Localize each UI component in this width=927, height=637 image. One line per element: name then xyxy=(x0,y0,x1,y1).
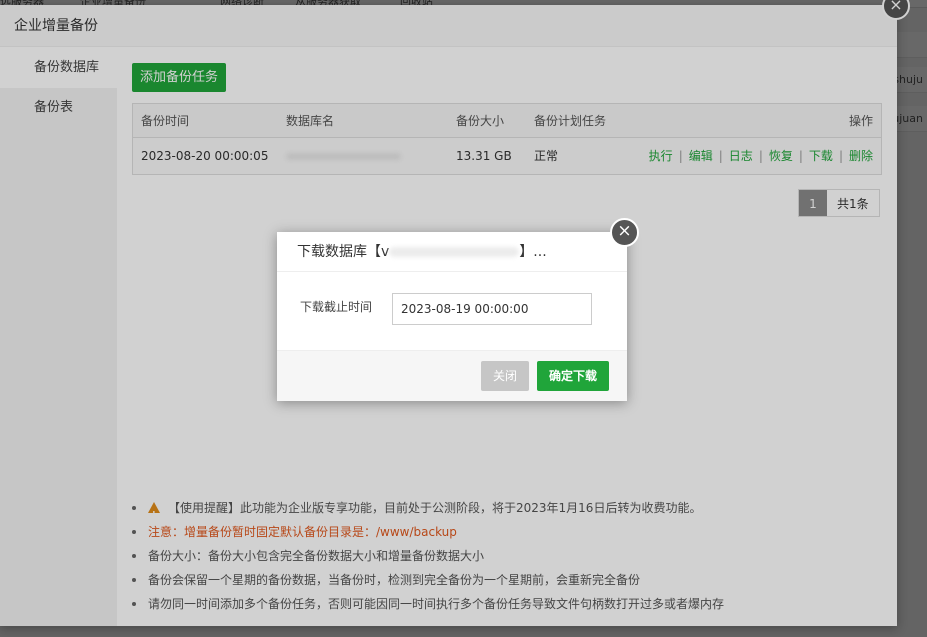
download-cutoff-input[interactable] xyxy=(392,293,592,325)
confirm-download-button[interactable]: 确定下载 xyxy=(537,361,609,391)
dialog-title-prefix: 下载数据库【v xyxy=(297,244,390,260)
dialog-title-redacted xyxy=(389,247,520,257)
dialog-close-icon[interactable]: × xyxy=(610,218,639,247)
download-database-dialog: 下载数据库【v 】... × 下载截止时间 关闭 确定下载 xyxy=(277,218,639,401)
dialog-title: 下载数据库【v 】... xyxy=(277,232,627,272)
dialog-footer: 关闭 确定下载 xyxy=(277,350,627,401)
dialog-body: 下载截止时间 xyxy=(277,272,627,350)
close-button[interactable]: 关闭 xyxy=(481,361,529,391)
download-cutoff-label: 下载截止时间 xyxy=(300,300,373,314)
dialog-title-suffix: 】... xyxy=(519,244,547,260)
